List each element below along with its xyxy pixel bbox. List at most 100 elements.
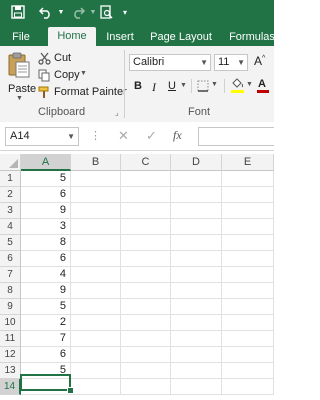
cell-d11[interactable] (171, 331, 222, 347)
cell-b6[interactable] (71, 251, 121, 267)
cell-b14[interactable] (71, 379, 121, 395)
cell-d2[interactable] (171, 187, 222, 203)
row-header[interactable]: 5 (0, 235, 21, 251)
cell-e14[interactable] (222, 379, 274, 395)
customize-qat-icon[interactable]: ▾ (118, 0, 132, 24)
increase-font-size-button[interactable]: A^ (254, 54, 265, 68)
font-name-combo[interactable]: Calibri ▼ (129, 54, 211, 71)
row-header[interactable]: 13 (0, 363, 21, 379)
cell-e7[interactable] (222, 267, 274, 283)
cell-a9[interactable]: 5 (21, 299, 71, 315)
cell-e2[interactable] (222, 187, 274, 203)
cell-d6[interactable] (171, 251, 222, 267)
cell-d13[interactable] (171, 363, 222, 379)
cell-b13[interactable] (71, 363, 121, 379)
enter-icon[interactable]: ✓ (146, 128, 157, 144)
row-header[interactable]: 2 (0, 187, 21, 203)
underline-button[interactable]: U (168, 80, 176, 92)
row-header[interactable]: 10 (0, 315, 21, 331)
cell-c4[interactable] (121, 219, 171, 235)
cell-e11[interactable] (222, 331, 274, 347)
cell-b2[interactable] (71, 187, 121, 203)
tab-insert[interactable]: Insert (100, 28, 140, 46)
row-header[interactable]: 12 (0, 347, 21, 363)
copy-button[interactable]: Copy ▼ (38, 68, 98, 83)
cell-d9[interactable] (171, 299, 222, 315)
print-preview-icon[interactable] (96, 0, 116, 24)
cell-b7[interactable] (71, 267, 121, 283)
undo-icon[interactable] (36, 0, 56, 24)
row-header[interactable]: 6 (0, 251, 21, 267)
formula-input[interactable] (198, 127, 274, 146)
cell-d5[interactable] (171, 235, 222, 251)
cell-d8[interactable] (171, 283, 222, 299)
cell-b12[interactable] (71, 347, 121, 363)
undo-dropdown-icon[interactable]: ▼ (56, 0, 66, 24)
select-all-corner[interactable] (0, 154, 21, 171)
cell-d3[interactable] (171, 203, 222, 219)
insert-function-button[interactable]: fx (173, 128, 182, 143)
tab-formulas[interactable]: Formulas (224, 28, 280, 46)
redo-icon[interactable] (68, 0, 88, 24)
cell-a5[interactable]: 8 (21, 235, 71, 251)
tab-home[interactable]: Home (48, 27, 96, 46)
cell-c1[interactable] (121, 171, 171, 187)
formula-bar-grip-icon[interactable]: ⋮ (90, 129, 101, 142)
paste-button[interactable]: Paste ▼ (4, 50, 36, 102)
cell-c10[interactable] (121, 315, 171, 331)
cut-button[interactable]: Cut (38, 51, 88, 66)
save-icon[interactable] (8, 0, 28, 24)
cell-c2[interactable] (121, 187, 171, 203)
cell-c6[interactable] (121, 251, 171, 267)
cell-a12[interactable]: 6 (21, 347, 71, 363)
cell-d7[interactable] (171, 267, 222, 283)
column-header-d[interactable]: D (171, 154, 222, 171)
cell-b3[interactable] (71, 203, 121, 219)
copy-dropdown-icon[interactable]: ▼ (80, 70, 87, 77)
cell-e8[interactable] (222, 283, 274, 299)
cell-a6[interactable]: 6 (21, 251, 71, 267)
cell-b11[interactable] (71, 331, 121, 347)
clipboard-launcher-icon[interactable]: ⌟ (115, 108, 119, 117)
cell-d14[interactable] (171, 379, 222, 395)
cell-e3[interactable] (222, 203, 274, 219)
cell-c3[interactable] (121, 203, 171, 219)
cell-d1[interactable] (171, 171, 222, 187)
cell-e9[interactable] (222, 299, 274, 315)
row-header[interactable]: 9 (0, 299, 21, 315)
cell-c14[interactable] (121, 379, 171, 395)
italic-button[interactable]: I (152, 80, 156, 95)
cancel-icon[interactable]: ✕ (118, 128, 129, 144)
row-header[interactable]: 3 (0, 203, 21, 219)
name-box[interactable]: A14 ▼ (5, 127, 79, 146)
cell-b9[interactable] (71, 299, 121, 315)
cell-c11[interactable] (121, 331, 171, 347)
tab-page-layout[interactable]: Page Layout (148, 28, 214, 46)
cell-e12[interactable] (222, 347, 274, 363)
cell-a7[interactable]: 4 (21, 267, 71, 283)
column-header-b[interactable]: B (71, 154, 121, 171)
cell-a8[interactable]: 9 (21, 283, 71, 299)
cell-e13[interactable] (222, 363, 274, 379)
fill-color-button[interactable]: ▼ (231, 78, 253, 94)
underline-dropdown-icon[interactable]: ▼ (180, 82, 187, 89)
cell-a1[interactable]: 5 (21, 171, 71, 187)
cell-b8[interactable] (71, 283, 121, 299)
cell-a11[interactable]: 7 (21, 331, 71, 347)
row-header[interactable]: 1 (0, 171, 21, 187)
column-header-c[interactable]: C (121, 154, 171, 171)
cell-c5[interactable] (121, 235, 171, 251)
cell-e6[interactable] (222, 251, 274, 267)
paste-dropdown-icon[interactable]: ▼ (16, 95, 23, 102)
row-header[interactable]: 11 (0, 331, 21, 347)
bold-button[interactable]: B (134, 80, 142, 92)
column-header-e[interactable]: E (222, 154, 274, 171)
row-header[interactable]: 7 (0, 267, 21, 283)
row-header[interactable]: 4 (0, 219, 21, 235)
row-header[interactable]: 8 (0, 283, 21, 299)
worksheet-grid[interactable]: A B C D E 1 5 2 6 3 9 4 3 5 8 6 6 7 4 8 9 9 5 10 2 11 7 12 6 13 5… (0, 154, 274, 400)
cell-a4[interactable]: 3 (21, 219, 71, 235)
cell-b5[interactable] (71, 235, 121, 251)
cell-c7[interactable] (121, 267, 171, 283)
cell-d12[interactable] (171, 347, 222, 363)
